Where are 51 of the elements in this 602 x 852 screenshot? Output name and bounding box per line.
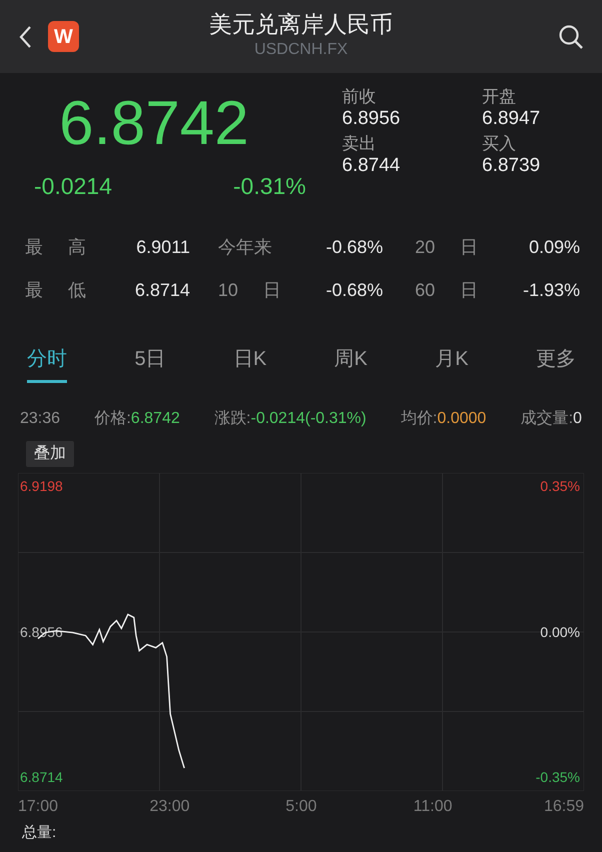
stat-value: -0.68% bbox=[324, 236, 383, 258]
axis-label: 0.35% bbox=[540, 476, 580, 495]
volume-label: 总量: bbox=[22, 824, 58, 841]
stat-label: 10 日 bbox=[217, 278, 282, 302]
field-value: 6.8739 bbox=[482, 154, 542, 178]
time-axis-label: 11:00 bbox=[413, 796, 452, 816]
field-label: 卖出 bbox=[342, 134, 377, 154]
app-logo: W bbox=[48, 21, 79, 52]
axis-label: 6.9198 bbox=[20, 476, 63, 495]
symbol-code: USDCNH.FX bbox=[254, 40, 348, 60]
stat-value: -0.68% bbox=[324, 278, 383, 302]
axis-label: -0.35% bbox=[536, 768, 580, 786]
stat-label: 最 高 bbox=[25, 236, 87, 258]
field-value: 6.8744 bbox=[342, 154, 402, 178]
axis-label: 0.00% bbox=[540, 622, 580, 640]
field-value: 6.8947 bbox=[482, 107, 542, 132]
field-label: 买入 bbox=[482, 134, 517, 154]
quote-info: 涨跌:-0.0214(-0.31%) bbox=[214, 408, 366, 428]
field-label: 开盘 bbox=[482, 87, 517, 108]
stat-value: 6.9011 bbox=[135, 236, 190, 258]
time-axis-label: 5:00 bbox=[286, 796, 317, 816]
stat-value: 0.09% bbox=[528, 236, 580, 258]
page-title: 美元兑离岸人民币 bbox=[209, 10, 393, 38]
time-axis-label: 23:00 bbox=[150, 796, 190, 816]
chart-tab[interactable]: 5日 bbox=[134, 344, 166, 382]
field-value: 6.8956 bbox=[342, 107, 402, 132]
last-price: 6.8742 bbox=[59, 93, 249, 155]
field-label: 前收 bbox=[342, 87, 377, 108]
stat-value: -1.93% bbox=[522, 278, 580, 302]
quote-info: 价格:6.8742 bbox=[94, 408, 180, 428]
time-label: 23:36 bbox=[20, 408, 60, 428]
overlay-button[interactable]: 叠加 bbox=[26, 440, 74, 466]
search-icon[interactable] bbox=[558, 24, 584, 50]
chart-tab[interactable]: 周K bbox=[334, 344, 368, 382]
stat-label: 60 日 bbox=[414, 278, 479, 302]
change-value: -0.0214 bbox=[34, 172, 112, 201]
chart-tab[interactable]: 分时 bbox=[27, 344, 67, 382]
stat-label: 最 低 bbox=[25, 278, 87, 302]
change-percent: -0.31% bbox=[233, 172, 306, 201]
stat-label: 20 日 bbox=[414, 236, 479, 258]
chart-tab[interactable]: 日K bbox=[233, 344, 267, 382]
quote-info: 均价:0.0000 bbox=[400, 408, 486, 428]
quote-info: 成交量:0 bbox=[520, 408, 582, 428]
chart-tab[interactable]: 月K bbox=[435, 344, 468, 382]
time-axis-label: 16:59 bbox=[544, 796, 584, 816]
axis-label: 6.8714 bbox=[20, 768, 63, 786]
back-icon[interactable] bbox=[18, 24, 32, 48]
stat-label: 今年来 bbox=[217, 236, 273, 258]
time-axis-label: 17:00 bbox=[18, 796, 58, 816]
stat-value: 6.8714 bbox=[134, 278, 190, 302]
chart-tab[interactable]: 更多 bbox=[536, 344, 576, 382]
